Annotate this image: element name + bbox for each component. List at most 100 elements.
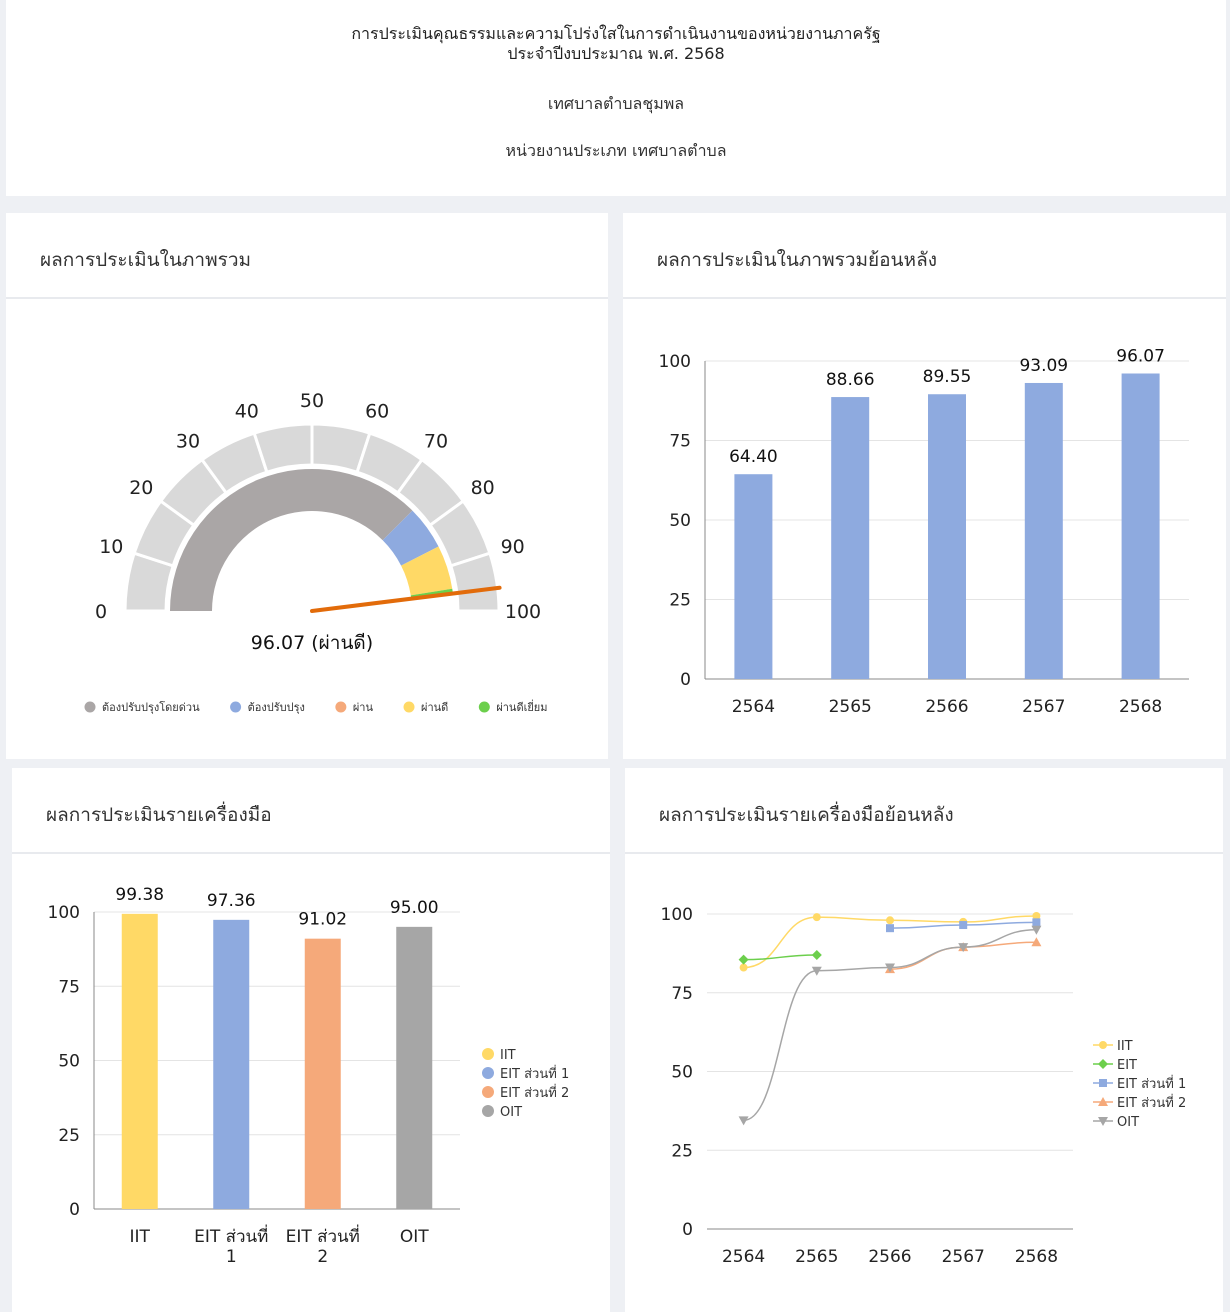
series-point bbox=[738, 1116, 749, 1126]
bar bbox=[121, 913, 158, 1209]
legend-marker bbox=[84, 701, 96, 713]
x-tick-label: 1 bbox=[226, 1247, 237, 1267]
y-tick-label: 25 bbox=[669, 591, 691, 611]
legend-marker bbox=[478, 701, 490, 713]
bar-value-label: 95.00 bbox=[390, 898, 439, 918]
series-point bbox=[1032, 918, 1041, 927]
series-point bbox=[811, 949, 822, 960]
x-tick-label: 2568 bbox=[1119, 697, 1162, 717]
gauge-tick-label: 20 bbox=[129, 477, 153, 499]
bar-value-label: 88.66 bbox=[826, 370, 875, 390]
x-tick-label: 2565 bbox=[829, 697, 872, 717]
y-tick-label: 75 bbox=[669, 432, 691, 452]
gauge-tick-label: 80 bbox=[471, 477, 495, 499]
legend-label: IIT bbox=[1117, 1039, 1133, 1054]
x-tick-label: 2566 bbox=[925, 697, 968, 717]
bar bbox=[304, 938, 341, 1209]
y-tick-label: 0 bbox=[680, 670, 691, 690]
gauge-chart: 0 10 20 30 40 50 60 70 80 90 100 96.07 (ผ่านดี) ต้อง… bbox=[84, 390, 548, 714]
y-tick-label: 75 bbox=[58, 977, 80, 997]
series-line bbox=[743, 929, 1037, 1122]
panel-header: ผลการประเมินในภาพรวมย้อนหลัง bbox=[623, 213, 1226, 299]
x-tick-label: 2566 bbox=[868, 1247, 911, 1267]
x-tick-label: 2564 bbox=[732, 697, 775, 717]
legend-label: EIT ส่วนที่ 1 bbox=[500, 1065, 569, 1082]
legend-label: EIT ส่วนที่ 2 bbox=[1117, 1094, 1186, 1111]
legend-marker bbox=[482, 1048, 494, 1060]
legend-label: IIT bbox=[500, 1048, 516, 1063]
panel-by-tool: ผลการประเมินรายเครื่องมือ 0 25 50 75 100 99.3… bbox=[12, 768, 610, 1312]
series-point bbox=[959, 921, 968, 930]
panel-overall: ผลการประเมินในภาพรวม 0 10 20 30 40 50 60 70 80 90… bbox=[6, 213, 608, 759]
series-point bbox=[739, 963, 748, 972]
bar bbox=[831, 397, 870, 679]
overall-history-bar-chart: 0 25 50 75 100 64.40 2564 88.66 2565 89.55 2566 93.… bbox=[659, 346, 1189, 717]
panel-title: ผลการประเมินรายเครื่องมือ bbox=[46, 804, 272, 826]
gauge-tick-label: 70 bbox=[424, 430, 448, 452]
y-tick-label: 50 bbox=[669, 511, 691, 531]
bar-value-label: 97.36 bbox=[207, 891, 256, 911]
bar-value-label: 99.38 bbox=[115, 885, 164, 905]
gauge-tick-label: 40 bbox=[235, 400, 259, 422]
report-title: การประเมินคุณธรรมและความโปร่งใสในการดำเน… bbox=[6, 24, 1226, 64]
y-tick-label: 75 bbox=[671, 984, 693, 1004]
gauge-tick-label: 50 bbox=[300, 390, 324, 412]
bar bbox=[1024, 382, 1063, 679]
organization-type: หน่วยงานประเภท เทศบาลตำบล bbox=[505, 141, 727, 160]
legend-marker bbox=[335, 701, 347, 713]
legend-marker bbox=[482, 1086, 494, 1098]
panel-header: ผลการประเมินในภาพรวม bbox=[6, 213, 608, 299]
panel-title: ผลการประเมินในภาพรวมย้อนหลัง bbox=[657, 249, 937, 271]
gauge-tick-label: 30 bbox=[176, 430, 200, 452]
x-tick-label: OIT bbox=[400, 1227, 429, 1247]
panel-overall-history: ผลการประเมินในภาพรวมย้อนหลัง 0 25 50 75 100 6… bbox=[623, 213, 1226, 759]
gauge-tick-label: 0 bbox=[95, 601, 107, 623]
bar-value-label: 96.07 bbox=[1116, 346, 1165, 366]
bar bbox=[928, 394, 966, 679]
legend-marker bbox=[1099, 1041, 1107, 1049]
x-tick-label: 2567 bbox=[1022, 697, 1065, 717]
gauge-tick-label: 10 bbox=[99, 536, 123, 558]
x-tick-label: EIT ส่วนที่ bbox=[194, 1224, 268, 1247]
x-tick-label: 2 bbox=[317, 1247, 328, 1267]
report-header: การประเมินคุณธรรมและความโปร่งใสในการดำเน… bbox=[6, 0, 1226, 196]
series-point bbox=[886, 924, 894, 933]
y-tick-label: 50 bbox=[671, 1063, 693, 1083]
legend-marker bbox=[482, 1067, 494, 1079]
by-tool-bar-chart: 025507510099.38IIT97.36EIT ส่วนที่191.02… bbox=[48, 885, 570, 1267]
by-tool-history-line-chart: 0 25 50 75 100 2564 2565 2566 2567 2568 IIT EIT EIT … bbox=[661, 905, 1187, 1267]
series-point bbox=[886, 916, 894, 925]
bar bbox=[734, 474, 773, 679]
gauge-tick-label: 100 bbox=[505, 601, 541, 623]
x-tick-label: 2564 bbox=[722, 1247, 765, 1267]
legend-label: EIT ส่วนที่ 2 bbox=[500, 1084, 569, 1101]
y-tick-label: 100 bbox=[659, 352, 691, 372]
legend-label: OIT bbox=[1117, 1115, 1139, 1130]
gauge-tick-label: 60 bbox=[365, 400, 389, 422]
x-tick-label: 2567 bbox=[942, 1247, 985, 1267]
panel-by-tool-history: ผลการประเมินรายเครื่องมือย้อนหลัง 0 25 50 7… bbox=[625, 768, 1223, 1312]
legend-label: ผ่านดี bbox=[421, 701, 448, 714]
bar bbox=[396, 926, 433, 1209]
legend-marker bbox=[403, 701, 415, 713]
panel-header: ผลการประเมินรายเครื่องมือย้อนหลัง bbox=[625, 768, 1223, 854]
gauge-value-label: 96.07 (ผ่านดี) bbox=[251, 632, 373, 654]
y-tick-label: 50 bbox=[58, 1052, 80, 1072]
y-tick-label: 25 bbox=[58, 1126, 80, 1146]
bar bbox=[213, 919, 250, 1209]
y-tick-label: 0 bbox=[69, 1200, 80, 1220]
legend-label: ผ่านดีเยี่ยม bbox=[496, 699, 547, 714]
legend-label: EIT ส่วนที่ 1 bbox=[1117, 1075, 1186, 1092]
title-line-2: ประจำปีงบประมาณ พ.ศ. 2568 bbox=[507, 44, 725, 63]
legend-label: ต้องปรับปรุง bbox=[248, 701, 305, 714]
bar-value-label: 91.02 bbox=[298, 910, 347, 930]
legend-marker bbox=[1099, 1079, 1107, 1087]
series-line bbox=[743, 954, 817, 961]
y-tick-label: 0 bbox=[682, 1220, 693, 1240]
x-tick-label: 2568 bbox=[1015, 1247, 1058, 1267]
panel-title: ผลการประเมินรายเครื่องมือย้อนหลัง bbox=[659, 804, 954, 826]
legend-marker bbox=[482, 1105, 494, 1117]
title-line-1: การประเมินคุณธรรมและความโปร่งใสในการดำเน… bbox=[351, 24, 881, 43]
legend-label: ต้องปรับปรุงโดยด่วน bbox=[102, 700, 200, 714]
y-tick-label: 25 bbox=[671, 1141, 693, 1161]
